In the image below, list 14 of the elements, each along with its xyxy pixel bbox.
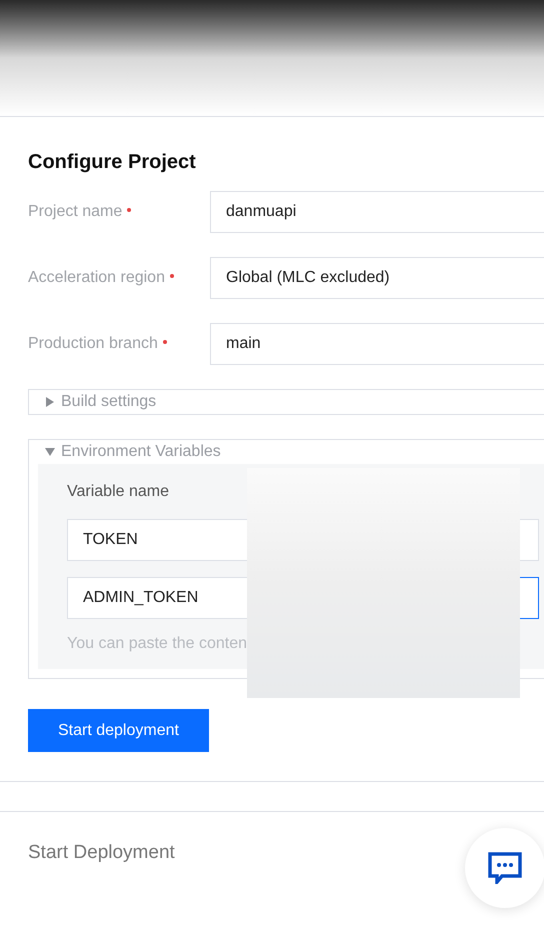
field-label: Project name — [28, 202, 122, 222]
text-field[interactable]: Global (MLC excluded) — [210, 257, 544, 299]
text-field[interactable]: main — [210, 323, 544, 365]
caret-right-icon — [45, 397, 55, 407]
section-title: Configure Project — [28, 150, 197, 174]
field-label: Acceleration region — [28, 268, 165, 288]
text-field[interactable]: danmuapi — [210, 191, 544, 233]
hint-text: You can paste the conten — [67, 634, 248, 654]
column-label: Variable name — [67, 482, 170, 502]
field-label: Production branch — [28, 334, 158, 354]
caret-down-icon — [45, 447, 55, 457]
section-title: Start Deployment — [28, 842, 176, 864]
start-deployment-button[interactable]: Start deployment — [28, 709, 209, 752]
chat-icon — [488, 852, 522, 884]
